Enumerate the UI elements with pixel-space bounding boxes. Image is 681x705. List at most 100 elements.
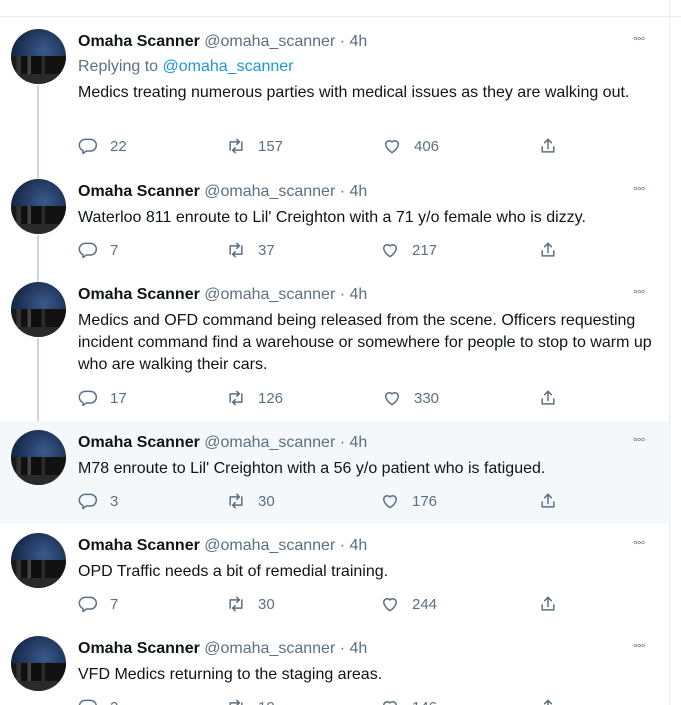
- display-name[interactable]: Omaha Scanner: [78, 434, 200, 451]
- retweet-button[interactable]: 157: [226, 136, 283, 156]
- retweet-button[interactable]: 37: [226, 240, 275, 260]
- retweet-icon: [229, 699, 243, 705]
- more-icon[interactable]: °°°: [633, 184, 645, 198]
- display-name[interactable]: Omaha Scanner: [78, 33, 200, 50]
- like-icon: [385, 140, 399, 154]
- separator-dot: ·: [339, 640, 346, 657]
- share-icon: [541, 138, 555, 153]
- retweet-button[interactable]: 30: [226, 594, 275, 614]
- tweet-header: Omaha Scanner @omaha_scanner · 4h: [78, 640, 367, 658]
- tweet[interactable]: Omaha Scanner @omaha_scanner · 4h °°° OP…: [0, 524, 669, 627]
- avatar[interactable]: [11, 282, 66, 337]
- reply-count: 3: [110, 492, 119, 510]
- like-count: 146: [412, 699, 437, 705]
- avatar[interactable]: [11, 430, 66, 485]
- retweet-button[interactable]: 10: [226, 697, 275, 705]
- like-button[interactable]: 217: [380, 240, 437, 260]
- like-button[interactable]: 330: [382, 388, 439, 408]
- tweet-header: Omaha Scanner @omaha_scanner · 4h: [78, 286, 367, 304]
- retweet-icon: [229, 138, 243, 154]
- user-handle[interactable]: @omaha_scanner: [204, 537, 335, 554]
- share-icon: [541, 493, 555, 508]
- like-button[interactable]: 146: [380, 697, 437, 705]
- thread-line: [37, 85, 39, 173]
- avatar[interactable]: [11, 636, 66, 691]
- thread-line: [37, 170, 39, 179]
- share-button[interactable]: [538, 697, 570, 705]
- reply-button[interactable]: 7: [78, 240, 118, 260]
- tweet[interactable]: Omaha Scanner @omaha_scanner · 4h °°° Re…: [0, 20, 669, 173]
- share-icon: [543, 699, 553, 705]
- more-icon[interactable]: °°°: [633, 641, 645, 655]
- tweet[interactable]: Omaha Scanner @omaha_scanner · 4h °°° Wa…: [0, 170, 669, 276]
- like-icon: [385, 392, 399, 406]
- display-name[interactable]: Omaha Scanner: [78, 640, 200, 657]
- separator-dot: ·: [339, 434, 346, 451]
- user-handle[interactable]: @omaha_scanner: [204, 33, 335, 50]
- retweet-button[interactable]: 30: [226, 491, 275, 511]
- like-icon: [383, 701, 397, 705]
- reply-button[interactable]: 2: [78, 697, 118, 705]
- like-button[interactable]: 176: [380, 491, 437, 511]
- tweet-text: M78 enroute to Lil' Creighton with a 56 …: [78, 460, 546, 477]
- user-handle[interactable]: @omaha_scanner: [204, 183, 335, 200]
- reply-handle-link[interactable]: @omaha_scanner: [163, 58, 294, 75]
- timestamp[interactable]: 4h: [350, 183, 368, 200]
- tweet[interactable]: Omaha Scanner @omaha_scanner · 4h °°° VF…: [0, 627, 669, 705]
- display-name[interactable]: Omaha Scanner: [78, 286, 200, 303]
- user-handle[interactable]: @omaha_scanner: [204, 286, 335, 303]
- reply-icon: [78, 493, 98, 510]
- reply-icon: [78, 242, 98, 259]
- like-count: 406: [414, 137, 440, 155]
- tweet-text: Waterloo 811 enroute to Lil' Creighton w…: [78, 209, 586, 226]
- retweet-icon: [229, 242, 243, 258]
- reply-button[interactable]: 7: [78, 594, 118, 614]
- display-name[interactable]: Omaha Scanner: [78, 183, 200, 200]
- share-button[interactable]: [538, 136, 570, 156]
- like-count: 176: [412, 492, 438, 510]
- thread-line: [37, 338, 39, 421]
- share-button[interactable]: [538, 388, 570, 408]
- thread-line: [37, 273, 39, 282]
- like-button[interactable]: 406: [382, 136, 439, 156]
- reply-button[interactable]: 22: [78, 136, 127, 156]
- timestamp[interactable]: 4h: [350, 640, 368, 657]
- thread-line: [37, 235, 39, 276]
- share-icon: [541, 596, 555, 611]
- tweet-header: Omaha Scanner @omaha_scanner · 4h: [78, 434, 367, 452]
- more-icon[interactable]: °°°: [633, 287, 645, 301]
- avatar[interactable]: [11, 179, 66, 234]
- more-icon[interactable]: °°°: [633, 435, 645, 449]
- more-icon[interactable]: °°°: [633, 34, 645, 48]
- like-count: 330: [414, 389, 440, 407]
- top-strip: [0, 0, 681, 17]
- reply-icon: [78, 596, 98, 613]
- more-icon[interactable]: °°°: [633, 538, 645, 552]
- like-button[interactable]: 244: [380, 594, 437, 614]
- share-button[interactable]: [538, 594, 570, 614]
- timestamp[interactable]: 4h: [350, 434, 368, 451]
- user-handle[interactable]: @omaha_scanner: [204, 434, 335, 451]
- share-button[interactable]: [538, 240, 570, 260]
- avatar[interactable]: [11, 533, 66, 588]
- user-handle[interactable]: @omaha_scanner: [204, 640, 335, 657]
- reply-count: 22: [110, 137, 127, 155]
- tweet[interactable]: Omaha Scanner @omaha_scanner · 4h °°° M7…: [0, 421, 669, 524]
- share-button[interactable]: [538, 491, 570, 511]
- reply-button[interactable]: 17: [78, 388, 127, 408]
- like-count: 217: [412, 241, 438, 259]
- timestamp[interactable]: 4h: [350, 286, 368, 303]
- timestamp[interactable]: 4h: [350, 33, 368, 50]
- retweet-button[interactable]: 126: [226, 388, 283, 408]
- retweet-count: 126: [258, 389, 284, 407]
- reply-button[interactable]: 3: [78, 491, 118, 511]
- tweet[interactable]: Omaha Scanner @omaha_scanner · 4h °°° Me…: [0, 273, 669, 421]
- separator-dot: ·: [339, 537, 346, 554]
- separator-dot: ·: [339, 286, 346, 303]
- tweet-header: Omaha Scanner @omaha_scanner · 4h: [78, 183, 367, 201]
- timestamp[interactable]: 4h: [350, 537, 368, 554]
- reply-icon: [78, 390, 98, 407]
- separator-dot: ·: [339, 183, 346, 200]
- avatar[interactable]: [11, 29, 66, 84]
- display-name[interactable]: Omaha Scanner: [78, 537, 200, 554]
